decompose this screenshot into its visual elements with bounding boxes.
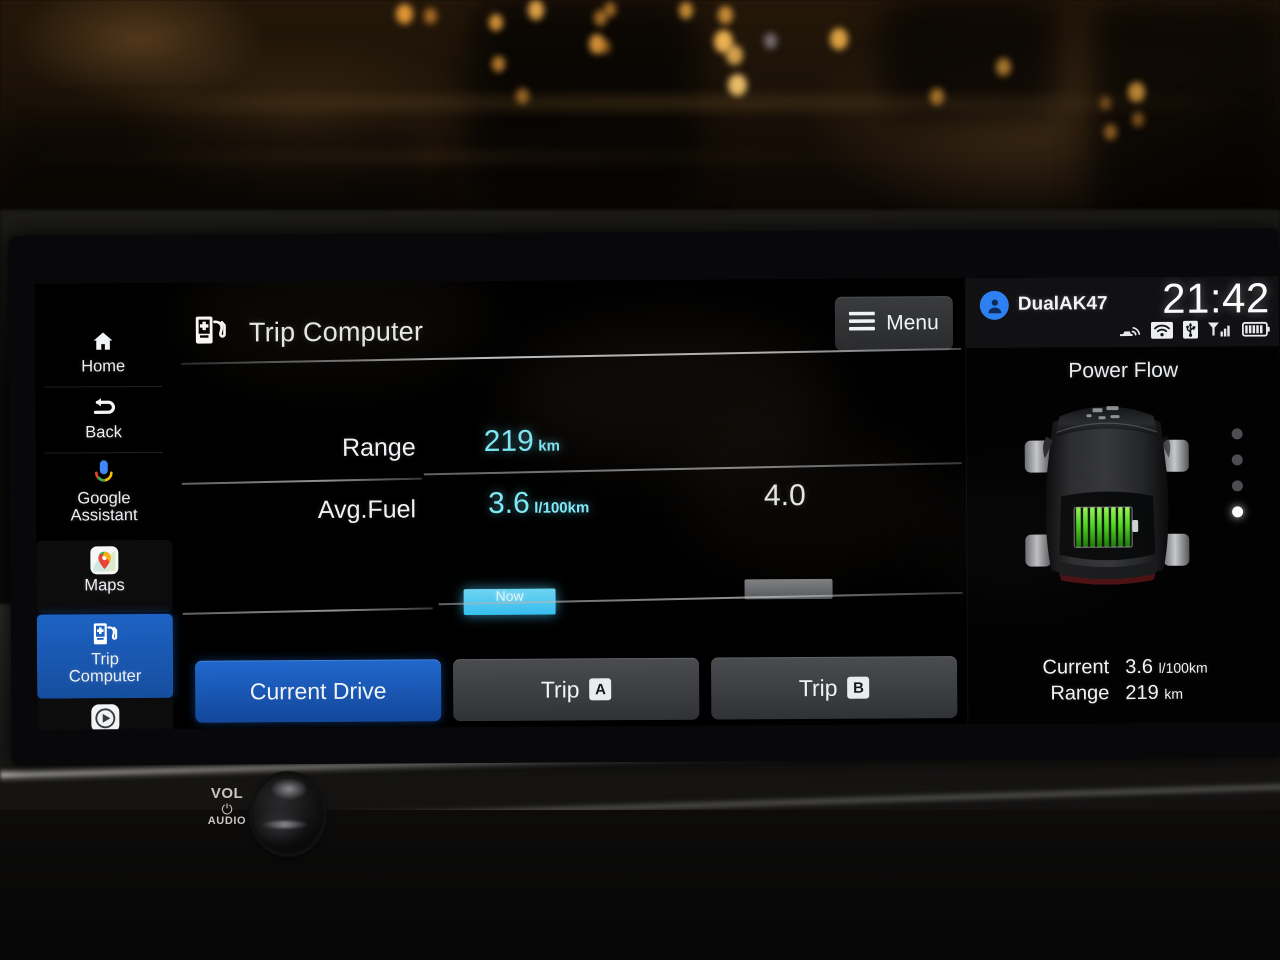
sidebar-item-trip-computer[interactable]: Trip Computer [36, 613, 174, 699]
readout-value-current: 3.6 l/100km [1125, 656, 1208, 680]
sidebar-item-maps[interactable]: Maps [36, 539, 173, 613]
range-unit: km [538, 437, 560, 455]
tab-trip-b[interactable]: Trip B [710, 656, 958, 720]
clock: 21:42 [1162, 276, 1270, 322]
sidebar-item-back[interactable]: Back [35, 387, 171, 454]
main-panel: Trip Computer Menu Range 219 km Avg.Fuel… [175, 278, 968, 729]
avg-fuel-unit: l/100km [534, 499, 590, 517]
tab-trip-a[interactable]: Trip A [452, 657, 700, 722]
infotainment-screen-bezel: Home Back Google Assistant Maps Trip Com… [8, 228, 1280, 766]
wifi-icon [1150, 321, 1174, 343]
tab-current-drive[interactable]: Current Drive [194, 659, 442, 723]
user-avatar-icon[interactable] [979, 290, 1009, 320]
page-title: Trip Computer [248, 316, 424, 348]
battery-icon [1241, 321, 1270, 342]
trip-tab-bar[interactable]: Current Drive Trip A Trip B [194, 656, 958, 723]
sidebar-item-label-2: Computer [68, 666, 142, 686]
page-indicator-dots[interactable] [1231, 428, 1244, 518]
power-flow-title: Power Flow [1068, 358, 1179, 383]
sidebar-item-home[interactable]: Home [35, 321, 171, 388]
row-value-range: 219 km [484, 425, 560, 459]
divider [182, 607, 433, 615]
tab-label: Current Drive [249, 677, 387, 704]
vol-label: VOL [210, 785, 244, 802]
range-readouts: Current Range 3.6 l/100km 219 km [968, 655, 1280, 706]
fuel-pump-icon [193, 313, 227, 354]
google-maps-icon [89, 546, 119, 575]
range-readout-value: 219 [1125, 681, 1159, 705]
range-readout-labels: Current Range [1042, 656, 1109, 705]
volume-knob-cluster[interactable]: VOL ⏻ AUDIO [185, 775, 345, 870]
infotainment-screen[interactable]: Home Back Google Assistant Maps Trip Com… [34, 276, 1280, 730]
range-readout-unit: km [1164, 685, 1184, 702]
sidebar-item-label: Back [85, 423, 122, 442]
user-name: DualAK47 [1017, 293, 1108, 315]
volume-knob-labels: VOL ⏻ AUDIO [197, 786, 257, 828]
readout-label-range: Range [1050, 682, 1110, 705]
sidebar-item-label: Home [81, 357, 126, 376]
cellular-signal-icon [1207, 321, 1232, 343]
sidebar-item-google-assistant[interactable]: Google Assistant [36, 453, 173, 538]
menu-button[interactable]: Menu [834, 296, 954, 351]
row-label-avg-fuel: Avg.Fuel [317, 495, 417, 524]
current-consumption-value: 3.6 [1125, 655, 1154, 679]
audio-label: AUDIO [207, 815, 247, 828]
page-dot-active[interactable] [1232, 506, 1244, 518]
usb-icon [1182, 320, 1199, 344]
page-header: Trip Computer [193, 311, 423, 353]
status-icons [1119, 320, 1270, 344]
row-value-avg-fuel: 3.6 l/100km [488, 486, 589, 521]
avg-fuel-secondary-value: 4.0 [763, 479, 806, 513]
photo-scene: VOL ⏻ AUDIO Home Back Google Assistant M… [0, 0, 1280, 960]
readout-value-range: 219 km [1125, 682, 1208, 706]
fuel-pump-icon [92, 620, 118, 648]
divider [181, 477, 422, 485]
sidebar-item-label: Trip [91, 650, 119, 669]
range-value: 219 [483, 424, 534, 458]
menu-button-label: Menu [886, 311, 939, 335]
tab-key-badge: B [847, 676, 870, 699]
sidebar-nav[interactable]: Home Back Google Assistant Maps Trip Com… [35, 321, 174, 730]
tab-label: Trip [798, 674, 838, 701]
hamburger-icon [849, 311, 876, 336]
sidebar-item-label-2: Assistant [70, 505, 138, 525]
page-dot[interactable] [1231, 428, 1243, 440]
sidebar-item-label: Maps [84, 576, 125, 595]
car-top-view-battery-icon [1016, 392, 1197, 608]
page-dot[interactable] [1231, 480, 1243, 492]
car-remote-signal-icon [1119, 322, 1141, 343]
page-dot[interactable] [1231, 454, 1243, 466]
avg-fuel-value: 3.6 [487, 486, 530, 520]
power-icon: ⏻ [221, 800, 233, 817]
back-arrow-icon [88, 393, 118, 421]
range-readout-values: 3.6 l/100km 219 km [1125, 656, 1208, 706]
volume-knob[interactable] [253, 775, 323, 853]
sidebar-item-apple-carplay[interactable]: Apple CarPlay [37, 697, 174, 730]
home-icon [90, 327, 116, 355]
divider [423, 462, 962, 475]
tab-label: Trip [540, 675, 580, 703]
status-bar: DualAK47 21:42 [965, 276, 1280, 349]
right-panel: DualAK47 21:42 Power Flow Current Range … [964, 276, 1280, 725]
current-consumption-unit: l/100km [1158, 659, 1208, 676]
readout-label-current: Current [1042, 656, 1110, 679]
row-label-range: Range [341, 433, 416, 462]
tab-key-badge: A [589, 678, 612, 701]
google-assistant-mic-icon [94, 459, 114, 487]
apple-carplay-icon [90, 704, 120, 730]
